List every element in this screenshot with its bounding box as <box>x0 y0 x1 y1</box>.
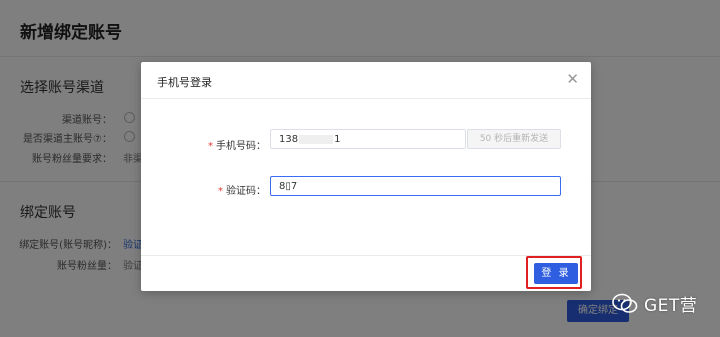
modal-footer-divider <box>141 255 591 256</box>
phone-prefix: 138 <box>279 134 299 145</box>
required-mark: * <box>208 141 213 152</box>
wechat-icon <box>612 293 638 313</box>
close-icon[interactable]: ✕ <box>566 70 579 88</box>
login-button[interactable]: 登 录 <box>534 263 578 284</box>
phone-mask <box>299 134 334 144</box>
code-label-text: 验证码： <box>226 186 266 197</box>
modal-header: 手机号登录 ✕ <box>141 62 591 99</box>
phone-login-modal: 手机号登录 ✕ * 手机号码： 138 1 50 秒后重新发送 * 验证码： 8▯7 … <box>141 62 591 291</box>
watermark-text: GET营 <box>644 296 698 316</box>
resend-code-button[interactable]: 50 秒后重新发送 <box>467 129 561 149</box>
required-mark: * <box>218 186 223 197</box>
watermark: GET营 <box>612 291 697 316</box>
verification-code-input[interactable]: 8▯7 <box>270 176 561 196</box>
code-label: * 验证码： <box>218 182 266 197</box>
phone-label: * 手机号码： <box>208 137 266 152</box>
phone-label-text: 手机号码： <box>216 141 266 152</box>
phone-input[interactable]: 138 1 <box>270 129 466 149</box>
code-value: 8▯7 <box>279 181 298 192</box>
phone-suffix: 1 <box>334 134 341 145</box>
modal-title: 手机号登录 <box>157 76 212 89</box>
